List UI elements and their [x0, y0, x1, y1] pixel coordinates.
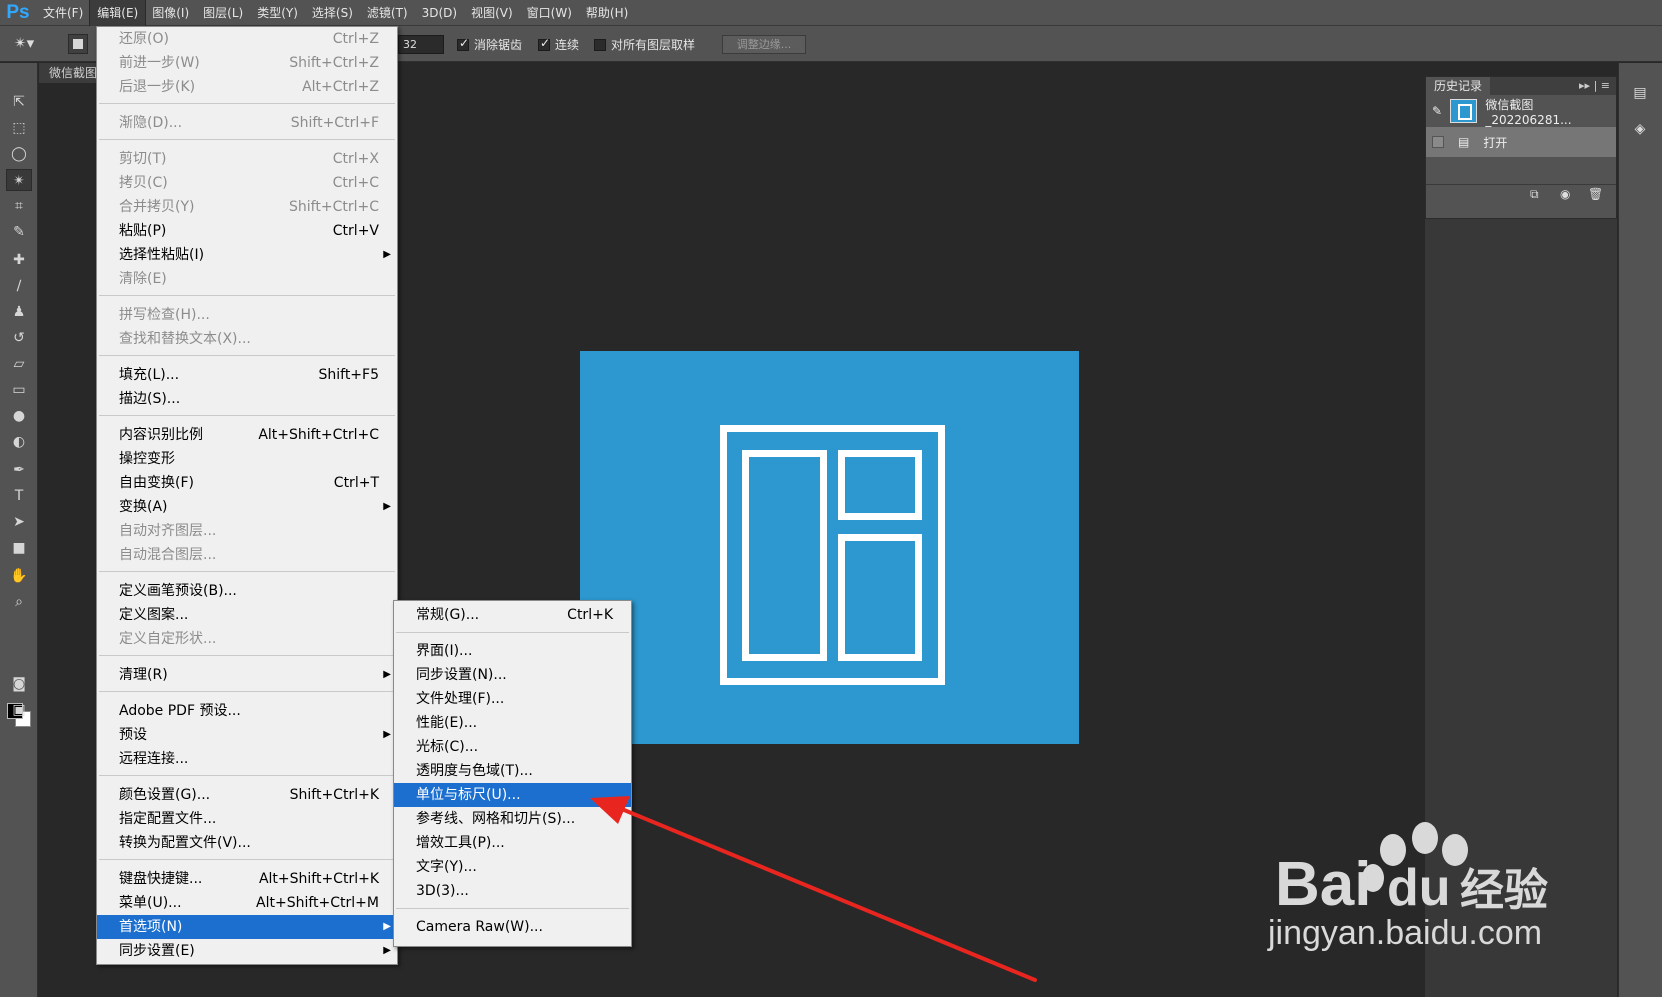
- baidu-du-text: du: [1387, 859, 1451, 917]
- jingyan-brand-text: 经验: [1460, 865, 1548, 916]
- annotation-arrow-shaft: [610, 803, 1037, 982]
- baidu-brand-text: Bai: [1275, 850, 1371, 919]
- watermark-url: jingyan.baidu.com: [1268, 914, 1543, 952]
- annotation-arrow-head: [590, 796, 630, 824]
